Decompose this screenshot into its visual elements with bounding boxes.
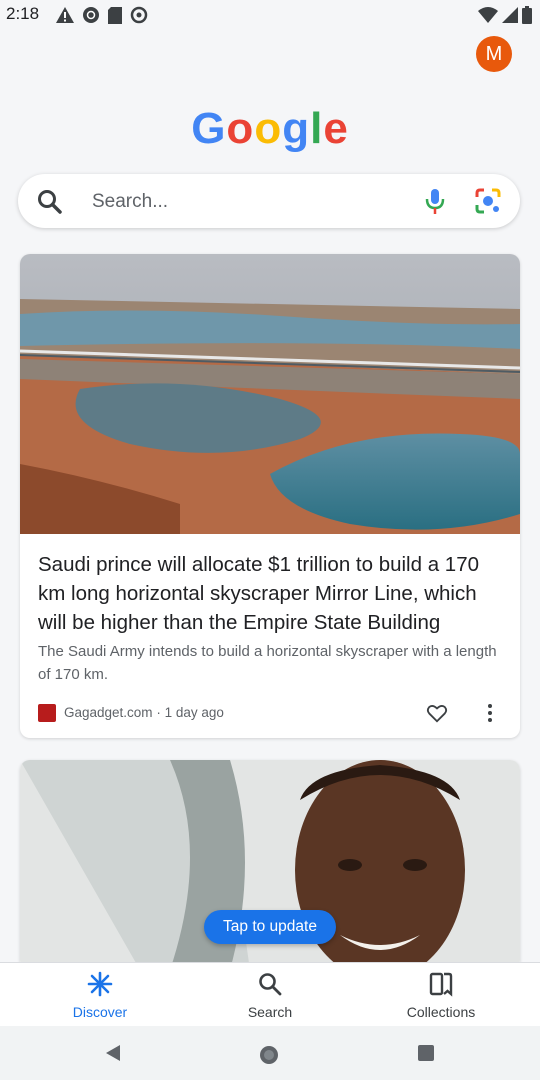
more-options-icon[interactable] bbox=[484, 702, 496, 724]
article-title[interactable]: Saudi prince will allocate $1 trillion t… bbox=[38, 550, 508, 637]
status-time: 2:18 bbox=[6, 4, 40, 23]
search-bar[interactable]: Search... bbox=[18, 174, 520, 228]
nav-discover-label: Discover bbox=[72, 1004, 128, 1020]
source-meta: Gagadget.com · 1 day ago bbox=[64, 705, 224, 720]
article-source-row: Gagadget.com · 1 day ago bbox=[38, 702, 508, 726]
search-input[interactable]: Search... bbox=[92, 191, 168, 213]
collections-icon bbox=[429, 972, 453, 997]
logo-letter: o bbox=[254, 104, 283, 153]
account-avatar[interactable]: M bbox=[476, 36, 512, 72]
logo-letter: e bbox=[323, 104, 349, 153]
article-snippet: The Saudi Army intends to build a horizo… bbox=[38, 643, 497, 683]
tap-to-update-button[interactable]: Tap to update bbox=[204, 910, 336, 944]
system-nav-bar bbox=[0, 1026, 540, 1080]
recents-icon[interactable] bbox=[418, 1045, 434, 1061]
logo-letter: l bbox=[310, 104, 324, 153]
signal-icon bbox=[502, 7, 518, 23]
status-bar: 2:18 bbox=[0, 0, 540, 30]
home-icon[interactable] bbox=[258, 1044, 280, 1066]
logo-letter: g bbox=[282, 104, 311, 153]
nav-search-label: Search bbox=[247, 1004, 293, 1020]
nav-collections[interactable]: Collections bbox=[381, 971, 501, 1020]
wifi-icon bbox=[478, 7, 498, 23]
warning-icon bbox=[56, 7, 74, 23]
sd-card-icon bbox=[108, 6, 122, 24]
lens-icon[interactable] bbox=[474, 187, 502, 215]
nav-collections-label: Collections bbox=[406, 1004, 476, 1020]
logo-letter: G bbox=[191, 104, 227, 153]
google-logo: Google bbox=[0, 104, 540, 154]
source-logo-icon bbox=[38, 704, 56, 722]
heart-icon[interactable] bbox=[426, 702, 448, 724]
bottom-nav: Discover Search Collections bbox=[0, 962, 540, 1027]
source-name: Gagadget.com bbox=[64, 705, 153, 720]
search-icon bbox=[38, 190, 62, 214]
nav-discover[interactable]: Discover bbox=[40, 971, 160, 1020]
vpn-icon bbox=[83, 7, 99, 23]
search-icon bbox=[259, 973, 282, 996]
mic-icon[interactable] bbox=[422, 187, 448, 215]
logo-letter: o bbox=[226, 104, 255, 153]
back-icon[interactable] bbox=[104, 1044, 122, 1062]
article-age: 1 day ago bbox=[164, 705, 224, 720]
discover-icon bbox=[87, 971, 113, 997]
article-image[interactable] bbox=[20, 254, 520, 534]
battery-icon bbox=[522, 6, 532, 24]
sync-icon bbox=[130, 6, 148, 24]
nav-search[interactable]: Search bbox=[210, 971, 330, 1020]
news-card[interactable]: Saudi prince will allocate $1 trillion t… bbox=[20, 254, 520, 738]
